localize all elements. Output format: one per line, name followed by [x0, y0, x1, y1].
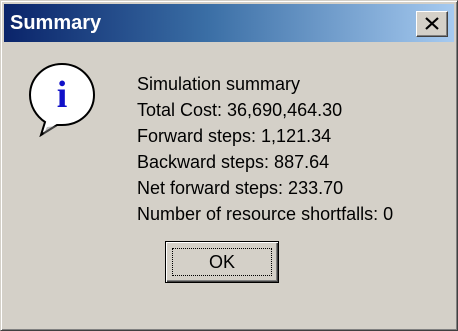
window-title: Summary [10, 12, 102, 34]
backward-steps-line: Backward steps: 887.64 [137, 152, 330, 172]
message-heading: Simulation summary [137, 74, 301, 94]
info-glyph: i [57, 74, 68, 116]
summary-dialog: Summary i Simulation summary Total Cost:… [0, 0, 458, 331]
net-forward-steps-line: Net forward steps: 233.70 [137, 178, 344, 198]
total-cost-line: Total Cost: 36,690,464.30 [137, 100, 343, 120]
info-icon: i [28, 62, 96, 137]
ok-button-label: OK [208, 252, 235, 272]
close-icon [425, 17, 439, 30]
forward-steps-line: Forward steps: 1,121.34 [137, 126, 332, 146]
title-bar[interactable]: Summary [4, 4, 454, 42]
close-button[interactable] [416, 11, 448, 37]
ok-button[interactable]: OK [165, 241, 279, 283]
resource-shortfalls-line: Number of resource shortfalls: 0 [137, 204, 394, 224]
summary-message: Simulation summary Total Cost: 36,690,46… [137, 71, 393, 227]
